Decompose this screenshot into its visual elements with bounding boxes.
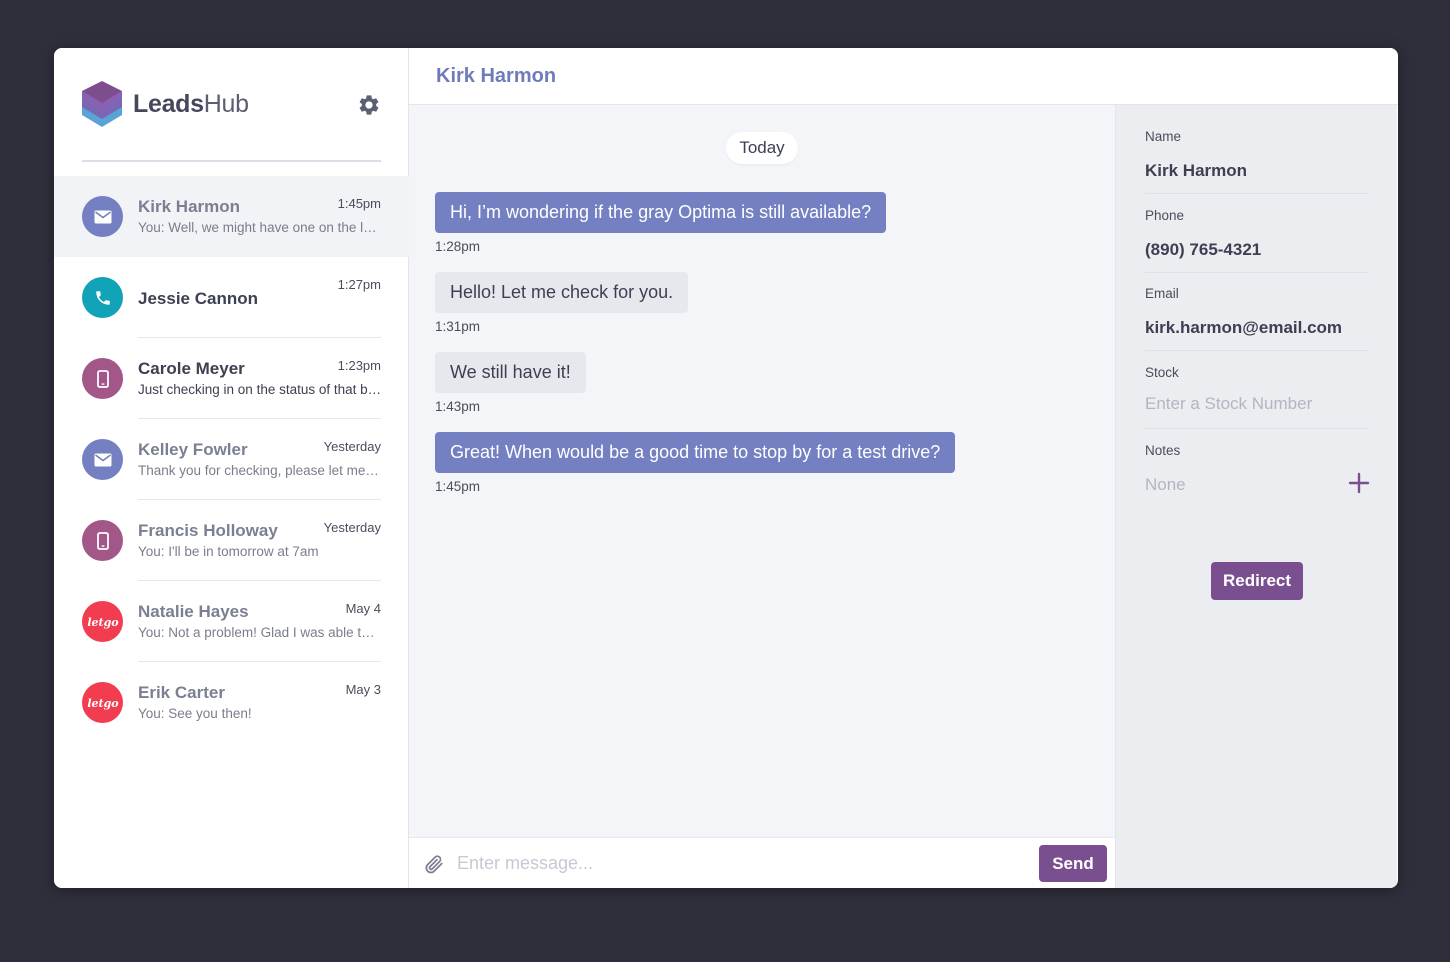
conversation-preview: You: I'll be in tomorrow at 7am <box>138 544 319 559</box>
phone-field: Phone (890) 765-4321 <box>1145 208 1368 273</box>
conversation-preview: You: Well, we might have one on the lot.… <box>138 220 382 235</box>
conversation-time: May 4 <box>345 601 381 616</box>
letgo-logo-text: letgo <box>87 616 118 629</box>
name-value: Kirk Harmon <box>1145 161 1248 180</box>
message-input[interactable] <box>457 846 1027 880</box>
notes-value: None <box>1145 475 1186 494</box>
day-separator: Today <box>726 132 798 164</box>
conversation-name: Kirk Harmon <box>138 197 241 216</box>
message: Hello! Let me check for you. 1:31pm <box>435 272 689 334</box>
letgo-logo-text: letgo <box>87 697 118 710</box>
sidebar-divider <box>82 160 381 162</box>
conversation-time: May 3 <box>345 682 381 697</box>
stock-number-input[interactable] <box>1145 389 1368 419</box>
add-note-plus-icon[interactable] <box>1348 472 1370 494</box>
letgo-icon: letgo <box>82 682 123 723</box>
conversation-time: 1:45pm <box>337 196 381 211</box>
app-window: LeadsHub Kirk Harmon 1:45pm You: Well, w… <box>54 48 1398 888</box>
conversation-name: Erik Carter <box>138 683 225 702</box>
conversation-name: Carole Meyer <box>138 359 245 378</box>
conversation-item-carole-meyer[interactable]: Carole Meyer 1:23pm Just checking in on … <box>54 338 409 419</box>
conversation-name: Natalie Hayes <box>138 602 249 621</box>
redirect-button[interactable]: Redirect <box>1211 562 1303 600</box>
stock-label: Stock <box>1145 365 1179 380</box>
conversation-item-jessie-cannon[interactable]: Jessie Cannon 1:27pm <box>54 257 409 338</box>
gear-icon[interactable] <box>357 93 381 117</box>
conversation-name: Francis Holloway <box>138 521 278 540</box>
brand-name: LeadsHub <box>133 90 249 119</box>
message-time: 1:45pm <box>435 479 481 494</box>
conversation-name: Jessie Cannon <box>138 289 258 308</box>
message: We still have it! 1:43pm <box>435 352 586 414</box>
phone-value: (890) 765-4321 <box>1145 240 1262 259</box>
email-label: Email <box>1145 286 1179 301</box>
message-bubble: Great! When would be a good time to stop… <box>435 432 956 473</box>
brand-name-light: Hub <box>203 89 249 118</box>
send-button[interactable]: Send <box>1039 845 1107 882</box>
conversation-item-erik-carter[interactable]: letgo Erik Carter May 3 You: See you the… <box>54 662 409 743</box>
conversation-item-natalie-hayes[interactable]: letgo Natalie Hayes May 4 You: Not a pro… <box>54 581 409 662</box>
name-field: Name Kirk Harmon <box>1145 129 1368 194</box>
conversation-time: Yesterday <box>323 439 381 454</box>
brand-name-bold: Leads <box>133 89 204 118</box>
paperclip-icon[interactable] <box>423 853 445 875</box>
conversation-time: 1:23pm <box>337 358 381 373</box>
mobile-icon <box>82 520 123 561</box>
message: Great! When would be a good time to stop… <box>435 432 956 494</box>
mobile-icon <box>82 358 123 399</box>
conversation-preview: Just checking in on the status of that b… <box>138 382 382 397</box>
conversation-preview: You: See you then! <box>138 706 252 721</box>
conversation-item-kirk-harmon[interactable]: Kirk Harmon 1:45pm You: Well, we might h… <box>54 176 409 257</box>
chat-title: Kirk Harmon <box>436 64 557 87</box>
email-icon <box>82 439 123 480</box>
email-icon <box>82 196 123 237</box>
message-time: 1:31pm <box>435 319 481 334</box>
content-row: Today Hi, I’m wondering if the gray Opti… <box>409 105 1398 888</box>
message-thread[interactable]: Today Hi, I’m wondering if the gray Opti… <box>409 105 1115 837</box>
letgo-icon: letgo <box>82 601 123 642</box>
message-bubble: We still have it! <box>435 352 586 393</box>
conversation-item-francis-holloway[interactable]: Francis Holloway Yesterday You: I'll be … <box>54 500 409 581</box>
conversation-item-kelley-fowler[interactable]: Kelley Fowler Yesterday Thank you for ch… <box>54 419 409 500</box>
message-time: 1:28pm <box>435 239 481 254</box>
message-composer: Send <box>409 837 1115 888</box>
stock-field: Stock <box>1145 365 1368 429</box>
leadshub-logo-icon <box>82 81 122 127</box>
email-field: Email kirk.harmon@email.com <box>1145 286 1368 351</box>
sidebar: LeadsHub Kirk Harmon 1:45pm You: Well, w… <box>54 48 409 888</box>
chat-header: Kirk Harmon <box>409 48 1398 105</box>
conversation-preview: Thank you for checking, please let me kn… <box>138 463 382 478</box>
message-bubble: Hi, I’m wondering if the gray Optima is … <box>435 192 887 233</box>
phone-icon <box>82 277 123 318</box>
conversation-name: Kelley Fowler <box>138 440 248 459</box>
conversation-preview: You: Not a problem! Glad I was able to h… <box>138 625 382 640</box>
conversation-list: Kirk Harmon 1:45pm You: Well, we might h… <box>54 176 409 743</box>
lead-details-panel: Name Kirk Harmon Phone (890) 765-4321 Em… <box>1116 105 1397 888</box>
notes-field: Notes None <box>1145 443 1370 503</box>
email-value: kirk.harmon@email.com <box>1145 318 1343 337</box>
name-label: Name <box>1145 129 1182 144</box>
message-bubble: Hello! Let me check for you. <box>435 272 689 313</box>
chat-panel: Today Hi, I’m wondering if the gray Opti… <box>409 105 1116 888</box>
message: Hi, I’m wondering if the gray Optima is … <box>435 192 887 254</box>
phone-label: Phone <box>1145 208 1185 223</box>
main-panel: Kirk Harmon Today Hi, I’m wondering if t… <box>409 48 1398 888</box>
brand: LeadsHub <box>82 81 249 127</box>
message-time: 1:43pm <box>435 399 481 414</box>
notes-label: Notes <box>1145 443 1181 458</box>
conversation-time: 1:27pm <box>337 277 381 292</box>
conversation-time: Yesterday <box>323 520 381 535</box>
